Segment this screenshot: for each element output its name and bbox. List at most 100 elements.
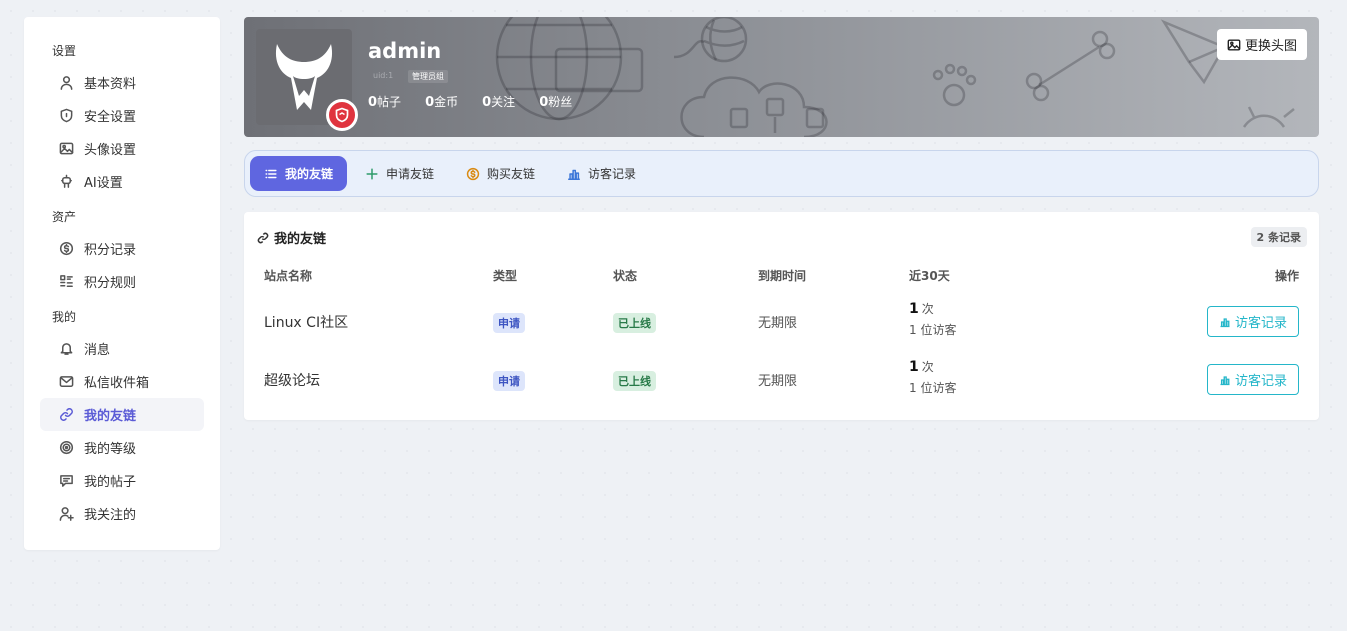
- sidebar-item-profile[interactable]: 基本资料: [40, 66, 204, 99]
- stat-followers[interactable]: 0粉丝: [539, 93, 572, 110]
- record-count-badge: 2 条记录: [1250, 227, 1307, 247]
- sidebar-item-points-rules[interactable]: 积分规则: [40, 265, 204, 298]
- type-badge: 申请: [493, 313, 525, 333]
- column-header-action: 操作: [1274, 269, 1299, 283]
- user-icon: [58, 75, 74, 91]
- sidebar-item-ai[interactable]: AI设置: [40, 165, 204, 198]
- dollar-icon: [466, 167, 480, 180]
- post-icon: [58, 473, 74, 489]
- sidebar-item-label: 头像设置: [84, 143, 137, 158]
- column-header-type: 类型: [493, 269, 518, 283]
- type-badge: 申请: [493, 371, 525, 391]
- sidebar-item-label: 我的帖子: [84, 475, 137, 490]
- stat-value: 0: [425, 95, 435, 110]
- expire-date: 无期限: [758, 316, 798, 331]
- bar-chart-icon: [568, 169, 581, 180]
- visitor-count: 1 位访客: [909, 323, 957, 337]
- user-stats: 0帖子 0金币 0关注 0粉丝: [368, 93, 596, 110]
- logo-icon: [275, 44, 333, 110]
- sidebar-group-mine: 我的 消息 私信收件箱 我的友链 我的等级 我的帖子 我关注的: [40, 310, 204, 530]
- sidebar-item-label: 安全设置: [84, 110, 137, 125]
- change-banner-button[interactable]: 更换头图: [1216, 29, 1307, 60]
- visit-unit: 次: [921, 360, 934, 374]
- stat-label: 关注: [491, 95, 516, 109]
- sidebar-group-title: 设置: [52, 44, 77, 58]
- user-uid: uid:1: [373, 71, 394, 80]
- visitor-log-button[interactable]: 访客记录: [1207, 364, 1299, 395]
- bar-chart-icon: [1220, 375, 1230, 385]
- sidebar-item-level[interactable]: 我的等级: [40, 431, 204, 464]
- rules-icon: [58, 274, 74, 290]
- visitor-log-label: 访客记录: [1234, 374, 1287, 389]
- banner-doodles: [495, 17, 1295, 137]
- change-banner-label: 更换头图: [1244, 39, 1297, 54]
- status-badge: 已上线: [613, 371, 656, 391]
- column-header-status: 状态: [613, 269, 638, 283]
- sidebar-item-label: 我的等级: [84, 442, 137, 457]
- robot-icon: [58, 174, 74, 190]
- stat-value: 0: [539, 95, 549, 110]
- stat-value: 0: [482, 95, 492, 110]
- stat-label: 粉丝: [548, 95, 573, 109]
- expire-date: 无期限: [758, 374, 798, 389]
- sidebar-item-posts[interactable]: 我的帖子: [40, 464, 204, 497]
- stat-label: 帖子: [377, 95, 402, 109]
- sidebar-item-following[interactable]: 我关注的: [40, 497, 204, 530]
- level-icon: [58, 440, 74, 456]
- sidebar-item-label: 私信收件箱: [84, 376, 150, 391]
- visitor-log-button[interactable]: 访客记录: [1207, 306, 1299, 337]
- sidebar-item-my-links[interactable]: 我的友链: [40, 398, 204, 431]
- sidebar-item-label: 消息: [84, 343, 111, 358]
- image-icon: [58, 141, 74, 157]
- card-title-text: 我的友链: [274, 232, 327, 247]
- sidebar-item-avatar[interactable]: 头像设置: [40, 132, 204, 165]
- visitor-count: 1 位访客: [909, 381, 957, 395]
- shield-badge-icon: [326, 99, 358, 131]
- visits-cell: 1次 1 位访客: [909, 299, 956, 341]
- sidebar-item-security[interactable]: 安全设置: [40, 99, 204, 132]
- status-badge: 已上线: [613, 313, 656, 333]
- sidebar-group-title: 资产: [52, 210, 77, 224]
- bar-chart-icon: [1220, 317, 1230, 327]
- my-links-card: 我的友链 2 条记录 站点名称 类型 状态 到期时间 近30天 操作 Linux…: [244, 212, 1319, 420]
- sidebar: 设置 基本资料 安全设置 头像设置 AI设置 资产 积分记录 积分规则 我的 消…: [24, 17, 220, 550]
- link-icon: [257, 232, 269, 243]
- stat-label: 金币: [434, 95, 459, 109]
- sidebar-group-settings: 设置 基本资料 安全设置 头像设置 AI设置: [40, 44, 204, 198]
- tab-label: 购买友链: [487, 167, 536, 181]
- sidebar-item-label: 我关注的: [84, 508, 137, 523]
- card-title: 我的友链: [257, 228, 326, 247]
- visit-unit: 次: [921, 302, 934, 316]
- sidebar-item-label: 积分规则: [84, 276, 137, 291]
- sidebar-group-assets: 资产 积分记录 积分规则: [40, 210, 204, 298]
- coin-icon: [58, 241, 74, 257]
- user-name: admin: [368, 39, 442, 63]
- stat-following[interactable]: 0关注: [482, 93, 515, 110]
- site-name: Linux CI社区: [264, 315, 349, 331]
- tab-visitor-log[interactable]: 访客记录: [553, 156, 650, 191]
- stat-coins[interactable]: 0金币: [425, 93, 458, 110]
- stat-posts[interactable]: 0帖子: [368, 93, 401, 110]
- tab-apply-link[interactable]: 申请友链: [351, 156, 448, 191]
- sidebar-item-label: 基本资料: [84, 77, 137, 92]
- link-icon: [58, 407, 74, 423]
- sidebar-item-messages[interactable]: 消息: [40, 332, 204, 365]
- site-name: 超级论坛: [264, 373, 320, 389]
- sidebar-item-inbox[interactable]: 私信收件箱: [40, 365, 204, 398]
- tab-label: 我的友链: [285, 167, 334, 181]
- sidebar-item-points-log[interactable]: 积分记录: [40, 232, 204, 265]
- role-badge: 管理员组: [408, 70, 448, 83]
- visit-count: 1: [909, 301, 919, 317]
- table-row: 超级论坛 申请 已上线 无期限 1次 1 位访客 访客记录: [244, 350, 1319, 408]
- sidebar-item-label: 积分记录: [84, 243, 137, 258]
- column-header-expire: 到期时间: [758, 269, 807, 283]
- stat-value: 0: [368, 95, 378, 110]
- visits-cell: 1次 1 位访客: [909, 357, 956, 399]
- visitor-log-label: 访客记录: [1234, 316, 1287, 331]
- sidebar-item-label: 我的友链: [84, 409, 137, 424]
- tab-buy-link[interactable]: 购买友链: [452, 156, 549, 191]
- tab-my-links[interactable]: 我的友链: [250, 156, 348, 191]
- table-row: Linux CI社区 申请 已上线 无期限 1次 1 位访客 访客记录: [244, 292, 1319, 350]
- sidebar-group-title: 我的: [52, 310, 77, 324]
- list-icon: [265, 169, 277, 178]
